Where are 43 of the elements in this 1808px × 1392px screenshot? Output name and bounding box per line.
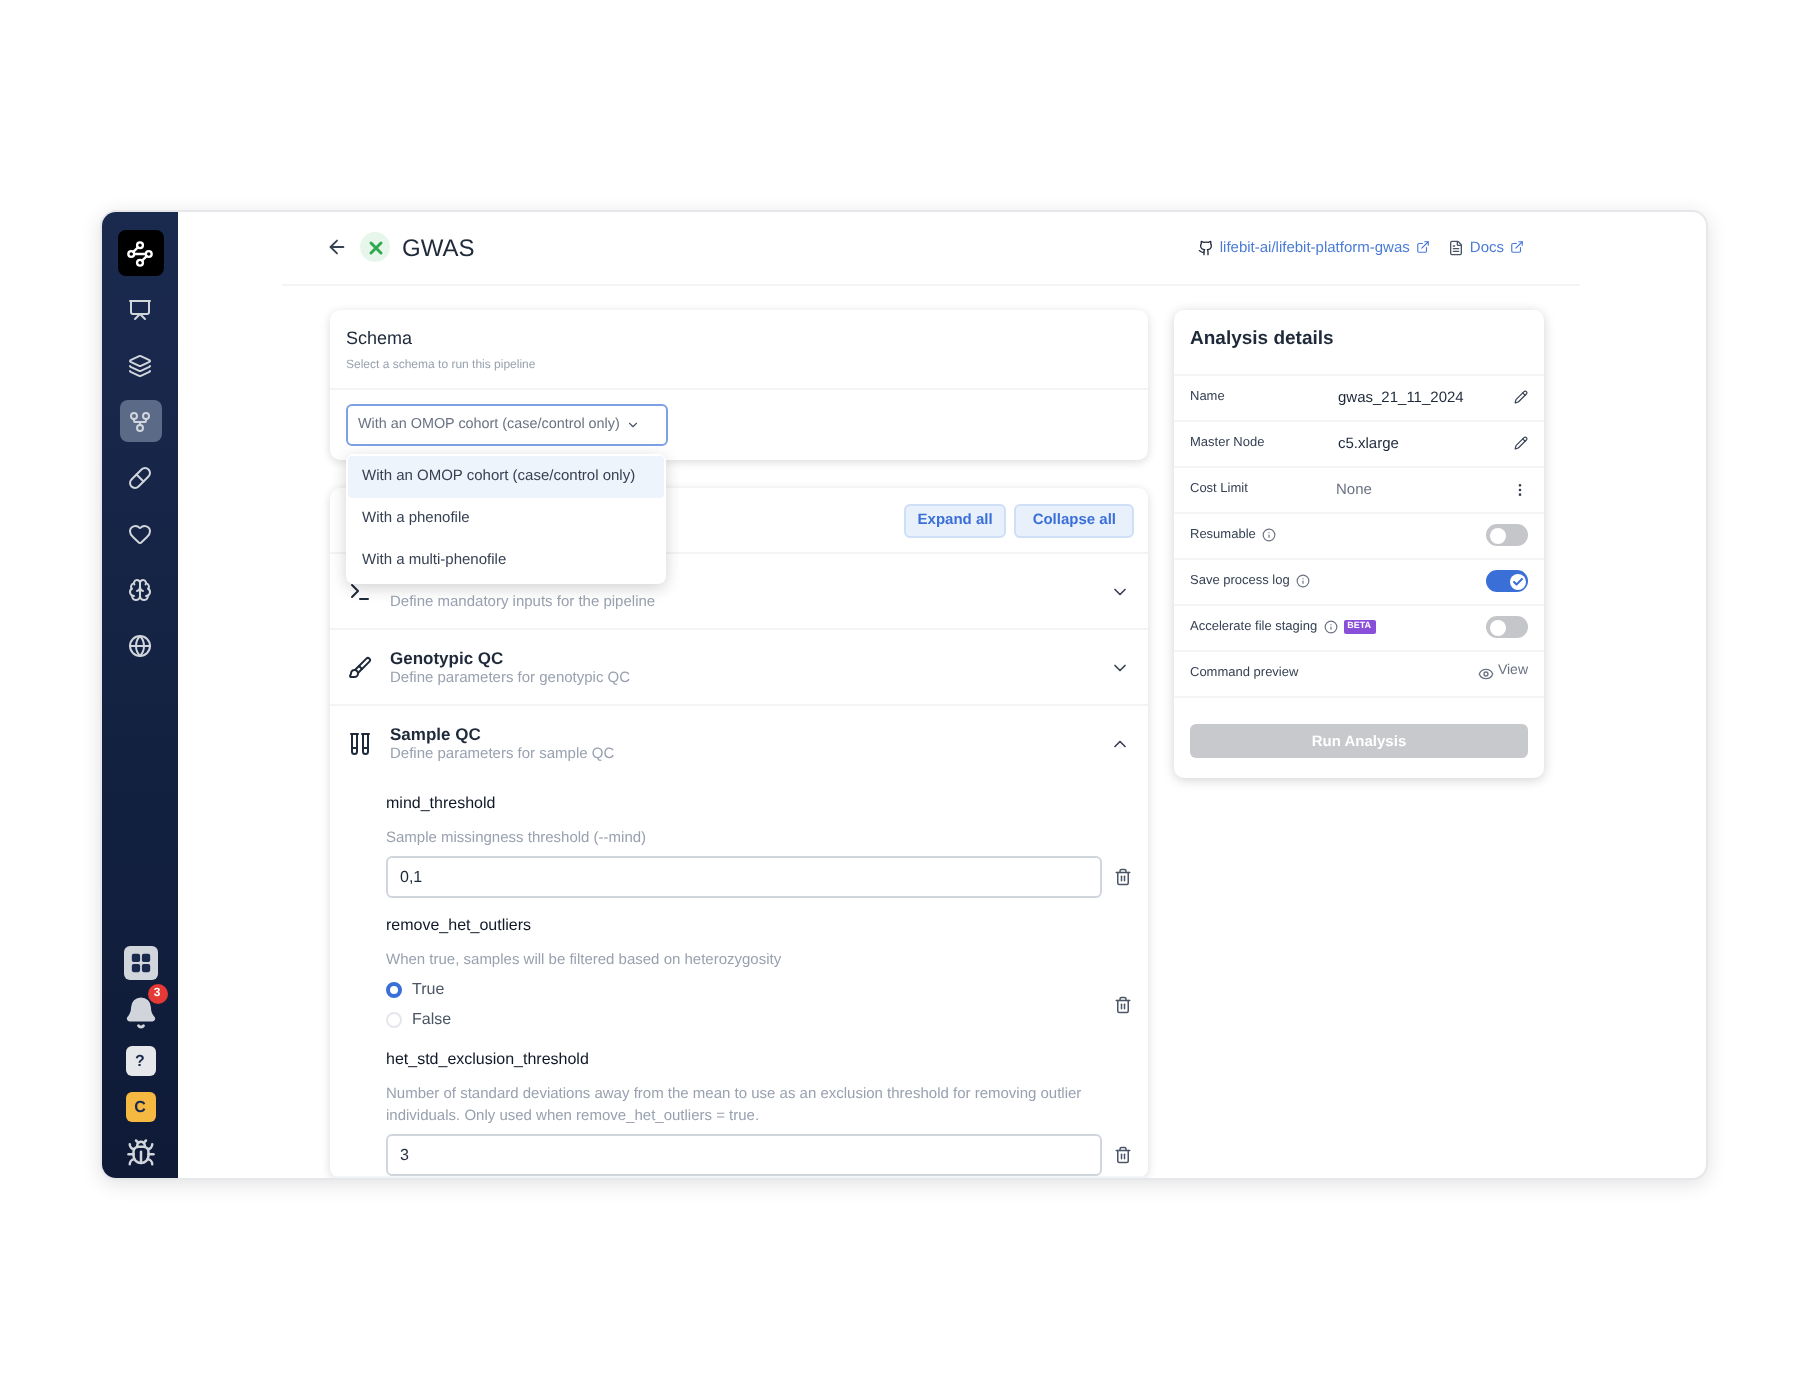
bug-icon[interactable]: [125, 1138, 155, 1168]
document-icon: [1447, 239, 1464, 256]
edit-icon[interactable]: [1514, 390, 1528, 404]
logo-icon[interactable]: [117, 230, 163, 276]
info-icon[interactable]: [1261, 528, 1276, 542]
terminal-icon: [348, 579, 372, 603]
test-tubes-icon: [348, 731, 372, 755]
bell-icon[interactable]: [123, 996, 157, 1030]
section-title: Genotypic QC: [390, 647, 506, 667]
fork-icon[interactable]: [119, 400, 161, 442]
text-input[interactable]: 0,1: [386, 856, 1102, 898]
check-icon: [1511, 575, 1523, 587]
field-label: remove_het_outliers: [386, 914, 533, 938]
info-icon[interactable]: [1295, 574, 1310, 588]
delete-icon[interactable]: [1114, 868, 1132, 886]
apps-icon[interactable]: [123, 946, 157, 980]
card-title: Analysis details: [1190, 326, 1334, 355]
external-link-icon: [1415, 240, 1430, 255]
back-arrow-icon[interactable]: [326, 236, 348, 259]
toggle-switch[interactable]: [1486, 570, 1528, 592]
brush-icon: [348, 655, 372, 679]
delete-icon[interactable]: [1114, 1146, 1132, 1164]
external-link-icon: [1510, 240, 1524, 255]
section-title: Sample QC: [390, 723, 483, 743]
text-input[interactable]: 3: [386, 1134, 1102, 1176]
radio-label: True: [412, 978, 445, 1002]
pipeline-logo-icon: [360, 232, 390, 263]
toggle-switch[interactable]: [1486, 616, 1528, 638]
chevron-down-icon: [625, 418, 640, 432]
field-label: mind_threshold: [386, 792, 498, 816]
card-title: Schema: [346, 325, 415, 351]
edit-icon[interactable]: [1514, 436, 1528, 450]
radio-label: False: [412, 1008, 452, 1032]
field-label: het_std_exclusion_threshold: [386, 1048, 591, 1072]
radio-button[interactable]: [386, 982, 402, 998]
help-button[interactable]: ?: [125, 1046, 155, 1076]
info-icon[interactable]: [1323, 620, 1338, 634]
github-icon: [1197, 239, 1214, 256]
user-avatar[interactable]: C: [125, 1092, 155, 1122]
eye-icon: [1477, 665, 1494, 681]
page-title: GWAS: [402, 231, 475, 266]
toggle-switch[interactable]: [1486, 524, 1528, 546]
delete-icon[interactable]: [1114, 996, 1132, 1014]
